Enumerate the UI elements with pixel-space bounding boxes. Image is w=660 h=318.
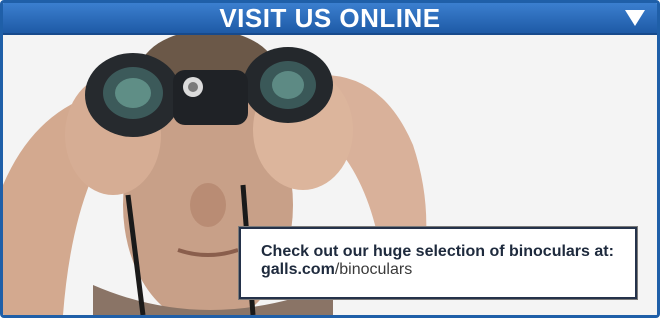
panel-title: VISIT US ONLINE [219, 3, 441, 33]
promo-panel: VISIT US ONLINE Check out our huge selec… [0, 0, 660, 318]
panel-header[interactable]: VISIT US ONLINE [3, 3, 657, 35]
callout-text: Check out our huge selection of binocula… [261, 243, 614, 260]
callout-box: Check out our huge selection of binocula… [239, 227, 637, 299]
link-domain[interactable]: galls.com [261, 261, 335, 278]
triangle-down-icon[interactable] [625, 10, 645, 26]
link-path[interactable]: /binoculars [335, 261, 412, 278]
binoculars-link[interactable]: galls.com/binoculars [261, 261, 619, 279]
